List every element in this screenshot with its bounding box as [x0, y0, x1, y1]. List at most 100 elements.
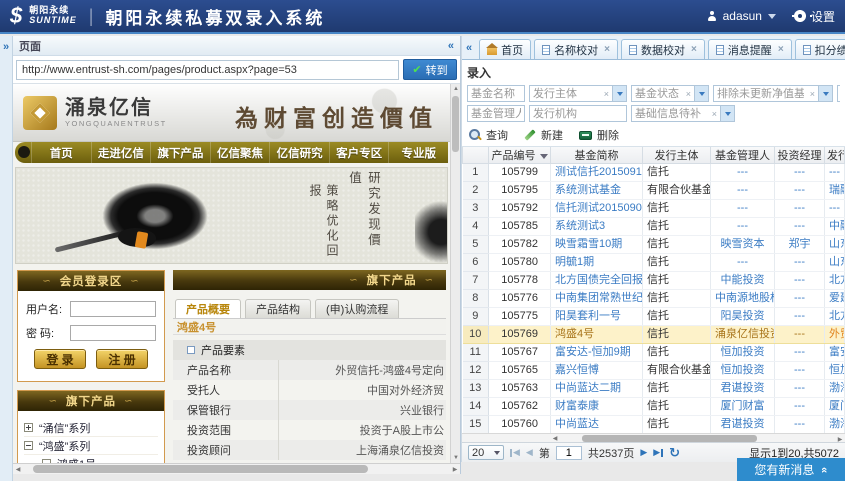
table-row[interactable]: 6 105780 明毓1期 信托 --- --- 山东 [463, 254, 845, 272]
investment-manager-cell[interactable]: --- [775, 290, 825, 308]
combo-dropdown-icon[interactable] [818, 86, 832, 101]
issuing-org-cell[interactable]: 北方 [825, 308, 845, 326]
investment-manager-cell[interactable]: --- [775, 416, 825, 434]
table-row[interactable]: 4 105785 系统测试3 信托 --- --- 中融 [463, 218, 845, 236]
issuing-org-cell[interactable]: 外贸 [825, 326, 845, 344]
product-tab[interactable]: (申)认购流程 [315, 299, 399, 318]
filter-input[interactable] [632, 86, 683, 101]
product-tree-item[interactable]: “涌信”系列 [24, 419, 158, 437]
page-size-select[interactable]: 20 [468, 445, 504, 460]
fund-name-cell[interactable]: 中尚蓝达 [551, 416, 643, 434]
fund-manager-cell[interactable]: 君谌投资 [711, 380, 775, 398]
tree-toggle-icon[interactable] [24, 423, 33, 432]
fund-manager-cell[interactable]: --- [711, 218, 775, 236]
issuing-org-cell[interactable]: 厦门 [825, 398, 845, 416]
column-header[interactable]: 发行主体 [643, 147, 711, 164]
clear-field-icon[interactable]: × [601, 86, 612, 101]
scroll-right-icon[interactable]: ▶ [450, 464, 460, 474]
fund-name-cell[interactable]: 系统测试基金 [551, 182, 643, 200]
site-username-input[interactable] [70, 301, 156, 317]
site-nav-item[interactable]: 客户专区 [329, 142, 389, 163]
product-tab[interactable]: 产品结构 [245, 299, 311, 318]
collapse-workspace-icon[interactable]: « [466, 42, 472, 54]
scroll-left-icon[interactable]: ◀ [550, 434, 560, 442]
fund-manager-cell[interactable]: 阳昊投资 [711, 308, 775, 326]
tab-close-icon[interactable]: × [604, 44, 610, 55]
filter-input[interactable] [468, 106, 524, 121]
workspace-tab[interactable]: 首页 × [479, 39, 531, 59]
fund-manager-cell[interactable]: 涌泉亿信投资 [711, 326, 775, 344]
site-password-input[interactable] [70, 325, 156, 341]
fund-name-cell[interactable]: 富安达-恒加9期 [551, 344, 643, 362]
table-row[interactable]: 13 105763 中尚蓝达二期 信托 君谌投资 --- 渤海 [463, 380, 845, 398]
table-row[interactable]: 10 105769 鸿盛4号 信托 涌泉亿信投资 --- 外贸 [463, 326, 845, 344]
site-vertical-scrollbar[interactable]: ▲ ▼ [450, 84, 460, 463]
table-row[interactable]: 5 105782 映雪霜雪10期 信托 映雪资本 郑宇 山东 [463, 236, 845, 254]
issuing-org-cell[interactable]: 北方 [825, 272, 845, 290]
workspace-tab[interactable]: 名称校对 × [534, 39, 618, 59]
issuing-org-cell[interactable]: 富安 [825, 344, 845, 362]
scroll-down-icon[interactable]: ▼ [451, 453, 460, 463]
issuing-org-cell[interactable]: 瑞融 [825, 182, 845, 200]
investment-manager-cell[interactable]: --- [775, 272, 825, 290]
register-button[interactable]: 注 册 [96, 349, 148, 369]
fund-name-cell[interactable]: 明毓1期 [551, 254, 643, 272]
clear-field-icon[interactable]: × [709, 106, 720, 121]
filter-input[interactable] [632, 106, 709, 121]
fund-name-cell[interactable]: 北方国债完全回报 [551, 272, 643, 290]
issuing-org-cell[interactable]: --- [825, 164, 845, 182]
filter-input[interactable] [530, 86, 601, 101]
next-page-button[interactable]: ▶ [640, 447, 647, 458]
fund-manager-cell[interactable]: --- [711, 254, 775, 272]
investment-manager-cell[interactable]: --- [775, 254, 825, 272]
issuing-org-cell[interactable]: 山东 [825, 236, 845, 254]
fund-manager-cell[interactable]: --- [711, 164, 775, 182]
issuing-org-cell[interactable]: 渤海 [825, 380, 845, 398]
site-nav-item[interactable]: 亿信研究 [269, 142, 329, 163]
issuing-org-cell[interactable]: 爱建 [825, 290, 845, 308]
filter-input[interactable] [468, 86, 524, 101]
fund-name-cell[interactable]: 中南集团常熟世纪确城 [551, 290, 643, 308]
settings-button[interactable]: 设置 [794, 8, 835, 25]
investment-manager-cell[interactable]: --- [775, 218, 825, 236]
investment-manager-cell[interactable]: --- [775, 398, 825, 416]
table-row[interactable]: 2 105795 系统测试基金 有限合伙基金 --- --- 瑞融 [463, 182, 845, 200]
fund-name-cell[interactable]: 信托测试20150909 [551, 200, 643, 218]
investment-manager-cell[interactable]: 郑宇 [775, 236, 825, 254]
workspace-tab[interactable]: 扣分绩效统计 × [795, 39, 845, 59]
tab-close-icon[interactable]: × [691, 44, 697, 55]
expand-west-icon[interactable]: » [3, 41, 9, 53]
table-row[interactable]: 14 105762 财富泰康 信托 厦门财富 --- 厦门 [463, 398, 845, 416]
filter-input[interactable] [530, 106, 626, 121]
collapse-left-panel-icon[interactable]: « [448, 40, 454, 52]
investment-manager-cell[interactable]: --- [775, 200, 825, 218]
issuing-org-cell[interactable]: 恒加 [825, 362, 845, 380]
grid-horizontal-scrollbar[interactable]: ◀ ▶ [462, 433, 845, 442]
fund-manager-cell[interactable]: --- [711, 182, 775, 200]
filter-input[interactable] [838, 86, 840, 101]
column-header[interactable]: 基金管理人 [711, 147, 775, 164]
scrollbar-thumb[interactable] [582, 435, 757, 442]
column-header[interactable]: 发行机构 [825, 147, 845, 164]
investment-manager-cell[interactable]: --- [775, 344, 825, 362]
fund-name-cell[interactable]: 系统测试3 [551, 218, 643, 236]
go-button[interactable]: ✔ 转到 [403, 59, 457, 80]
combo-dropdown-icon[interactable] [694, 86, 708, 101]
table-row[interactable]: 3 105792 信托测试20150909 信托 --- --- --- [463, 200, 845, 218]
tab-close-icon[interactable]: × [778, 44, 784, 55]
fund-manager-cell[interactable]: --- [711, 200, 775, 218]
site-nav-item[interactable]: 专业版 [388, 142, 448, 163]
site-nav-item[interactable]: 亿信聚焦 [210, 142, 270, 163]
table-row[interactable]: 8 105776 中南集团常熟世纪确城 信托 中南源地股权投资 --- 爱建 [463, 290, 845, 308]
column-header[interactable]: 产品编号 [489, 147, 551, 164]
workspace-tab[interactable]: 消息提醒 × [708, 39, 792, 59]
product-tree-item[interactable]: 鸿盛1号 [24, 455, 158, 463]
table-row[interactable]: 12 105765 嘉兴恒愽 有限合伙基金 恒加投资 --- 恒加 [463, 362, 845, 380]
investment-manager-cell[interactable]: --- [775, 326, 825, 344]
scrollbar-thumb[interactable] [452, 96, 459, 152]
site-nav-item[interactable]: 首页 [31, 142, 91, 163]
first-page-button[interactable]: ◀ [510, 447, 520, 458]
issuing-org-cell[interactable]: --- [825, 200, 845, 218]
combo-dropdown-icon[interactable] [720, 106, 734, 121]
new-message-notification[interactable]: 您有新消息 « [737, 458, 845, 481]
